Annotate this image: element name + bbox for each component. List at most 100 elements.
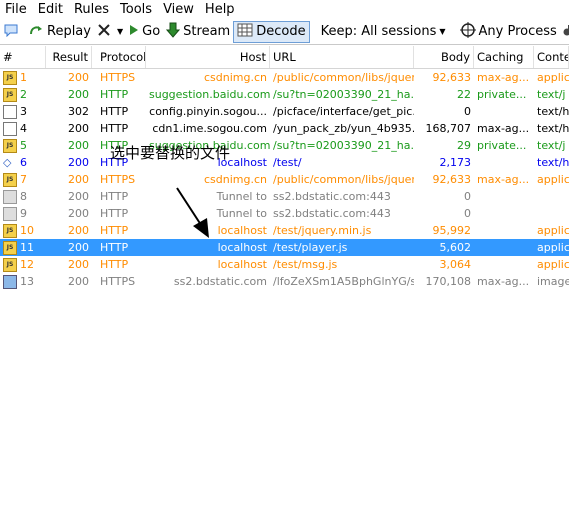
session-number-text: 9 bbox=[20, 207, 27, 220]
column-header-protocol[interactable]: Protocol bbox=[92, 46, 146, 68]
menu-rules[interactable]: Rules bbox=[69, 0, 115, 19]
session-result: 200 bbox=[68, 71, 89, 84]
session-row[interactable]: JS 12 200 HTTP localhost/test/msg.js 3,064 app… bbox=[0, 256, 569, 273]
session-content-type: text/h bbox=[537, 105, 569, 118]
session-protocol: HTTP bbox=[100, 258, 129, 271]
session-number: JS 5 bbox=[0, 137, 46, 154]
menu-tools[interactable]: Tools bbox=[115, 0, 158, 19]
menu-file[interactable]: File bbox=[0, 0, 33, 19]
session-url: /yun_pack_zb/yun_4b935... bbox=[273, 122, 414, 135]
session-content-type: text/j bbox=[537, 88, 566, 101]
session-row[interactable]: JS 10 200 HTTP localhost/test/jquery.min.js 9… bbox=[0, 222, 569, 239]
session-body-size: 95,992 bbox=[432, 224, 472, 237]
session-result: 302 bbox=[68, 105, 89, 118]
session-row[interactable]: 8 200 HTTP Tunnel to ss2.bdstatic.com:443 0 bbox=[0, 188, 569, 205]
js-file-icon: JS bbox=[3, 223, 17, 238]
sessions-grid: # Result Protocol Host URL Body Caching … bbox=[0, 46, 569, 290]
session-number-text: 8 bbox=[20, 190, 27, 203]
session-host: ss2.bdstatic.com bbox=[173, 275, 267, 288]
menu-view[interactable]: View bbox=[158, 0, 200, 19]
session-caching: private... bbox=[477, 139, 527, 152]
session-number: JS 10 bbox=[0, 222, 46, 239]
session-result: 200 bbox=[68, 156, 89, 169]
tunnel-lock-icon bbox=[3, 189, 17, 204]
session-result: 200 bbox=[68, 258, 89, 271]
session-content-type: text/h bbox=[537, 156, 569, 169]
session-number: 13 bbox=[0, 273, 46, 290]
session-body-size: 29 bbox=[457, 139, 471, 152]
chevron-down-icon: ▼ bbox=[116, 27, 124, 36]
session-number: JS 12 bbox=[0, 256, 46, 273]
column-header-url[interactable]: URL bbox=[270, 46, 414, 68]
session-body-size: 5,602 bbox=[439, 241, 472, 254]
session-content-type: applic bbox=[537, 173, 569, 186]
any-process-button[interactable]: Any Process bbox=[457, 21, 560, 43]
menu-help[interactable]: Help bbox=[200, 0, 241, 19]
session-body-size: 92,633 bbox=[432, 173, 472, 186]
session-body-size: 22 bbox=[457, 88, 471, 101]
session-row[interactable]: JS 1 200 HTTPS csdnimg.cn/public/common/libs… bbox=[0, 69, 569, 86]
session-protocol: HTTPS bbox=[100, 71, 136, 84]
column-header-number[interactable]: # bbox=[0, 46, 46, 68]
session-result: 200 bbox=[68, 275, 89, 288]
session-row[interactable]: JS 11 200 HTTP localhost/test/player.js 5,602… bbox=[0, 239, 569, 256]
close-icon bbox=[97, 23, 111, 41]
stream-arrow-icon bbox=[166, 22, 181, 42]
toolbar: Replay ▼ Go Stream Decode Keep: All sess… bbox=[0, 19, 569, 45]
session-protocol: HTTP bbox=[100, 88, 129, 101]
js-file-icon: JS bbox=[3, 138, 17, 153]
column-header-host[interactable]: Host bbox=[146, 46, 270, 68]
keep-sessions-dropdown[interactable]: Keep: All sessions ▼ bbox=[318, 21, 449, 43]
decode-label: Decode bbox=[256, 24, 306, 39]
session-number: JS 1 bbox=[0, 69, 46, 86]
session-number-text: 10 bbox=[20, 224, 34, 237]
session-row[interactable]: JS 2 200 HTTP suggestion.baidu.com/su?tn=020… bbox=[0, 86, 569, 103]
session-row[interactable]: ◇ 6 200 HTTP localhost/test/2,173 text/h bbox=[0, 154, 569, 171]
session-number-text: 12 bbox=[20, 258, 34, 271]
any-process-label: Any Process bbox=[478, 24, 557, 39]
session-row[interactable]: JS 7 200 HTTPS csdnimg.cn/public/common/libs… bbox=[0, 171, 569, 188]
column-header-body[interactable]: Body bbox=[414, 46, 474, 68]
stream-label: Stream bbox=[183, 24, 231, 39]
menu-edit[interactable]: Edit bbox=[33, 0, 69, 19]
session-result: 200 bbox=[68, 173, 89, 186]
session-row[interactable]: 9 200 HTTP Tunnel to ss2.bdstatic.com:443 0 bbox=[0, 205, 569, 222]
replay-button[interactable]: Replay bbox=[25, 21, 94, 43]
replay-icon bbox=[28, 23, 44, 41]
session-number-text: 13 bbox=[20, 275, 34, 288]
decode-button[interactable]: Decode bbox=[233, 20, 310, 43]
session-row[interactable]: 13 200 HTTPS ss2.bdstatic.com/lfoZeXSm1A5Bp… bbox=[0, 273, 569, 290]
session-number: JS 7 bbox=[0, 171, 46, 188]
session-number-text: 1 bbox=[20, 71, 27, 84]
session-row[interactable]: 3 302 HTTP config.pinyin.sogou... /picface/i… bbox=[0, 103, 569, 120]
session-result: 200 bbox=[68, 190, 89, 203]
session-number-text: 3 bbox=[20, 105, 27, 118]
session-body-size: 0 bbox=[464, 207, 471, 220]
session-protocol: HTTP bbox=[100, 207, 129, 220]
play-icon bbox=[129, 24, 139, 40]
document-icon bbox=[3, 121, 17, 136]
session-url: /su?tn=02003390_21_ha... bbox=[273, 88, 414, 101]
session-caching: max-ag... bbox=[477, 122, 530, 135]
session-number: 4 bbox=[0, 120, 46, 137]
find-button[interactable]: F bbox=[560, 21, 569, 43]
column-header-content-type[interactable]: Conte bbox=[534, 46, 569, 68]
session-body-size: 0 bbox=[464, 105, 471, 118]
session-list: JS 1 200 HTTPS csdnimg.cn/public/common/libs… bbox=[0, 69, 569, 290]
session-body-size: 92,633 bbox=[432, 71, 472, 84]
session-protocol: HTTP bbox=[100, 241, 129, 254]
session-row[interactable]: 4 200 HTTP cdn1.ime.sogou.com/yun_pack_zb/y… bbox=[0, 120, 569, 137]
remove-button[interactable]: ▼ bbox=[94, 21, 126, 43]
column-header-caching[interactable]: Caching bbox=[474, 46, 534, 68]
session-url: /test/msg.js bbox=[273, 258, 338, 271]
session-row[interactable]: JS 5 200 HTTP suggestion.baidu.com/su?tn=020… bbox=[0, 137, 569, 154]
stream-button[interactable]: Stream bbox=[163, 21, 233, 43]
session-number-text: 7 bbox=[20, 173, 27, 186]
session-protocol: HTTPS bbox=[100, 275, 136, 288]
column-header-result[interactable]: Result bbox=[46, 46, 92, 68]
session-host: localhost bbox=[217, 258, 267, 271]
session-result: 200 bbox=[68, 224, 89, 237]
js-file-icon: JS bbox=[3, 257, 17, 272]
comment-button[interactable] bbox=[0, 21, 25, 43]
go-button[interactable]: Go bbox=[126, 21, 163, 43]
